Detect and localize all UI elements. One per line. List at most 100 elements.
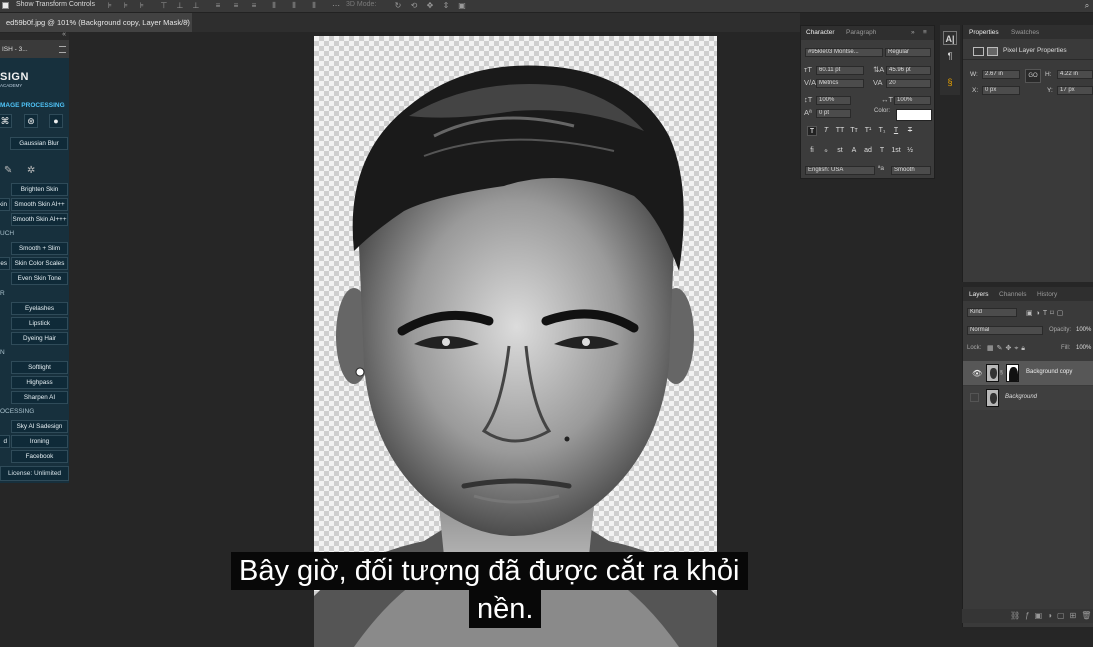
baseline-shift-field[interactable]: 0 pt <box>816 109 851 118</box>
align-center-icon[interactable]: ⊧ <box>122 2 130 10</box>
panel-menu-icon[interactable] <box>59 46 66 53</box>
eyelashes-button[interactable]: Eyelashes <box>11 302 68 315</box>
distribute-center-icon[interactable]: ⦀ <box>290 2 298 10</box>
text-color-swatch[interactable] <box>896 109 932 121</box>
superscript-button[interactable]: T¹ <box>863 126 873 136</box>
strikethrough-button[interactable]: T <box>905 126 915 136</box>
sky-ai-sadesign-button[interactable]: Sky AI Sadesign <box>11 420 68 433</box>
plugin-panel-collapse-bar[interactable]: « <box>0 31 69 40</box>
distribute-bottom-icon[interactable]: ≡ <box>250 2 258 10</box>
distribute-left-icon[interactable]: ⦀ <box>270 2 278 10</box>
tab-properties[interactable]: Properties <box>969 29 999 36</box>
collapse-icon[interactable]: « <box>62 31 66 38</box>
font-family-select[interactable]: #95kle03 Montse... <box>805 48 883 57</box>
paragraph-panel-icon[interactable]: ¶ <box>943 49 957 63</box>
distribute-top-icon[interactable]: ≡ <box>214 2 222 10</box>
panel-expand-icon[interactable]: » <box>911 29 915 36</box>
align-top-icon[interactable]: ⊤ <box>160 2 168 10</box>
titling-alternates-button[interactable]: T <box>877 146 887 156</box>
tab-swatches[interactable]: Swatches <box>1011 29 1039 36</box>
align-left-icon[interactable]: ⊧ <box>106 2 114 10</box>
stylistic-alternates-button[interactable]: ad <box>863 146 873 156</box>
fill-value[interactable]: 100% <box>1076 345 1091 351</box>
sharpen-ai-button[interactable]: Sharpen AI <box>11 391 68 404</box>
vertical-scale-field[interactable]: 100% <box>816 96 851 105</box>
faux-bold-button[interactable]: T <box>807 126 817 136</box>
show-transform-checkbox[interactable] <box>2 2 9 9</box>
gaussian-blur-button[interactable]: Gaussian Blur <box>10 137 68 150</box>
dyeing-hair-button[interactable]: Dyeing Hair <box>11 332 68 345</box>
tab-channels[interactable]: Channels <box>999 291 1026 298</box>
height-field[interactable]: 4.22 in <box>1057 70 1093 79</box>
x-field[interactable]: 0 px <box>982 86 1020 95</box>
3d-scale-icon[interactable]: ▣ <box>458 2 466 10</box>
opacity-value[interactable]: 100% <box>1076 327 1091 333</box>
smooth-slim-button[interactable]: Smooth + Slim <box>11 242 68 255</box>
ligatures-button[interactable]: ﬁ <box>807 146 817 156</box>
y-field[interactable]: 17 px <box>1057 86 1093 95</box>
ai-icon[interactable]: ⌘ <box>0 114 12 128</box>
character-panel-icon[interactable]: A| <box>943 31 957 45</box>
distribute-middle-icon[interactable]: ≡ <box>232 2 240 10</box>
facebook-button[interactable]: Facebook <box>11 450 68 463</box>
skin-button[interactable]: kin <box>0 198 10 211</box>
tab-history[interactable]: History <box>1037 291 1057 298</box>
close-tab-icon[interactable]: × <box>184 17 189 26</box>
mask-icon[interactable] <box>987 47 998 56</box>
link-icon[interactable]: GO <box>1025 69 1041 83</box>
align-right-icon[interactable]: ⊧ <box>138 2 146 10</box>
ironing-button[interactable]: Ironing <box>11 435 68 448</box>
subscript-button[interactable]: T₁ <box>877 126 887 136</box>
visibility-eye-icon[interactable]: 👁︎ <box>972 369 982 378</box>
visibility-toggle[interactable] <box>970 393 979 402</box>
contextual-alternates-button[interactable]: ℴ <box>821 146 831 156</box>
faux-italic-button[interactable]: T <box>821 126 831 136</box>
document-tab[interactable]: ed59b0f.jpg @ 101% (Background copy, Lay… <box>0 13 192 32</box>
tab-paragraph[interactable]: Paragraph <box>846 29 876 36</box>
panel-menu-icon[interactable]: ≡ <box>923 29 927 36</box>
gear-icon[interactable]: ✲ <box>27 165 39 177</box>
font-size-field[interactable]: 60.11 pt <box>816 66 864 75</box>
leading-field[interactable]: 45.96 pt <box>886 66 931 75</box>
fractions-button[interactable]: ½ <box>905 146 915 156</box>
language-select[interactable]: English: USA <box>805 166 875 175</box>
antialias-select[interactable]: Smooth <box>891 166 931 175</box>
lipstick-button[interactable]: Lipstick <box>11 317 68 330</box>
plugin-panel-icon[interactable]: § <box>943 75 957 89</box>
tracking-select[interactable]: 20 <box>886 79 931 88</box>
all-caps-button[interactable]: TT <box>835 126 845 136</box>
underline-button[interactable]: T <box>891 126 901 136</box>
layer-filter-icons[interactable]: ▣◑T⌑▢ <box>1026 309 1086 317</box>
d-button[interactable]: d <box>0 435 10 448</box>
user-icon[interactable]: ● <box>49 114 63 128</box>
discretionary-ligatures-button[interactable]: st <box>835 146 845 156</box>
search-icon[interactable]: ⌕ <box>1083 2 1091 10</box>
layer-name[interactable]: Background copy <box>1026 369 1072 375</box>
kerning-select[interactable]: Metrics <box>816 79 864 88</box>
filter-icon[interactable]: ⊛ <box>24 114 38 128</box>
layer-row[interactable]: Background <box>963 386 1093 410</box>
layer-row[interactable]: 👁︎ § Background copy <box>963 361 1093 385</box>
font-style-select[interactable]: Regular <box>885 48 931 57</box>
horizontal-scale-field[interactable]: 100% <box>894 96 931 105</box>
align-middle-icon[interactable]: ⊥ <box>176 2 184 10</box>
softlight-button[interactable]: Softlight <box>11 361 68 374</box>
brush-icon[interactable]: ✎ <box>4 165 16 177</box>
3d-slide-icon[interactable]: ⇕ <box>442 2 450 10</box>
3d-pan-icon[interactable]: ✥ <box>426 2 434 10</box>
layer-name[interactable]: Background <box>1005 394 1037 400</box>
es-button[interactable]: es <box>0 257 10 270</box>
smooth-skin-ai-ppp-button[interactable]: Smooth Skin AI+++ <box>11 213 68 226</box>
align-bottom-icon[interactable]: ⊥ <box>192 2 200 10</box>
distribute-right-icon[interactable]: ⦀ <box>310 2 318 10</box>
brighten-skin-button[interactable]: Brighten Skin <box>11 183 68 196</box>
tab-character[interactable]: Character <box>806 29 835 36</box>
skin-color-scales-button[interactable]: Skin Color Scales <box>11 257 68 270</box>
3d-rotate-icon[interactable]: ↻ <box>394 2 402 10</box>
even-skin-tone-button[interactable]: Even Skin Tone <box>11 272 68 285</box>
lock-icons[interactable]: ▦✎✥⌖🔒︎ <box>987 344 1028 353</box>
blend-mode-select[interactable]: Normal <box>967 326 1043 335</box>
highpass-button[interactable]: Highpass <box>11 376 68 389</box>
link-chain-icon[interactable]: § <box>1000 370 1003 376</box>
layer-filter-select[interactable]: Kind <box>967 308 1017 317</box>
